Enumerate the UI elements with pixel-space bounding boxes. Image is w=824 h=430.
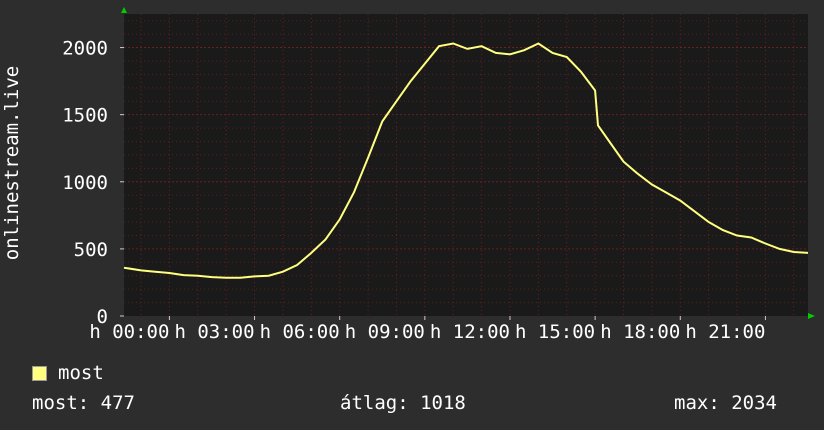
x-tick-label: h 09:00 — [345, 321, 425, 343]
x-tick-label: h 06:00 — [260, 321, 340, 343]
legend-label: most — [58, 362, 104, 384]
stat-max: max: 2034 — [674, 392, 777, 414]
x-tick-label: h 00:00 — [89, 321, 169, 343]
stat-current: most: 477 — [32, 392, 135, 414]
y-tick-label: 1000 — [62, 172, 108, 194]
y-axis-arrow-icon — [121, 7, 127, 13]
y-axis-label: onlinestream.live — [1, 66, 23, 260]
legend-swatch — [32, 365, 47, 381]
x-axis: h 00:00 h 03:00 h 06:00 h 09:00 h 12:00 h 15:… — [89, 316, 766, 343]
x-tick-label: h 18:00 — [600, 321, 680, 343]
y-axis: 0500100015002000 — [62, 38, 124, 328]
y-tick-label: 2000 — [62, 38, 108, 60]
x-axis-arrow-icon — [808, 313, 815, 319]
chart: 0500100015002000 h 00:00 h 03:00 h 06:00 h … — [1, 7, 815, 343]
x-tick-label: h 12:00 — [430, 321, 510, 343]
stat-average: átlag: 1018 — [340, 392, 466, 414]
y-tick-label: 1500 — [62, 105, 108, 127]
x-tick-label: h 21:00 — [685, 321, 765, 343]
x-tick-label: h 03:00 — [174, 321, 254, 343]
legend: most — [32, 362, 104, 384]
x-tick-label: h 15:00 — [515, 321, 595, 343]
y-tick-label: 500 — [74, 239, 108, 261]
